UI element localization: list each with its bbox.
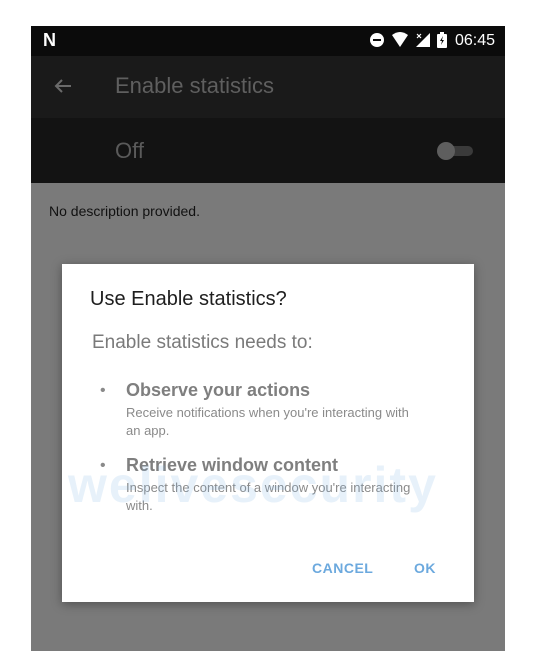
minus-circle-icon <box>369 32 385 51</box>
dialog-subtitle: Enable statistics needs to: <box>92 332 313 353</box>
status-bar: N 06:45 <box>31 26 505 56</box>
status-icons: 06:45 <box>369 26 495 56</box>
ok-button[interactable]: OK <box>414 560 436 576</box>
bullet: • <box>100 457 106 474</box>
service-description: No description provided. <box>49 203 200 219</box>
page-title: Enable statistics <box>115 73 274 98</box>
permission-title: Observe your actions <box>126 380 311 400</box>
toolbar: Enable statistics <box>31 56 505 118</box>
permission-dialog: Use Enable statistics? Enable statistics… <box>62 264 474 602</box>
battery-icon <box>436 31 447 51</box>
status-time: 06:45 <box>454 32 495 49</box>
toggle-thumb <box>437 142 455 160</box>
enable-toggle[interactable] <box>437 142 473 160</box>
cancel-button[interactable]: CANCEL <box>312 560 373 576</box>
phone-screen: N 06:45 Enable statistics Off No descrip… <box>31 26 505 651</box>
permission-title: Retrieve window content <box>126 455 339 475</box>
permission-description: Receive notifications when you're intera… <box>126 405 409 438</box>
wifi-icon <box>391 31 409 51</box>
notification-n-icon: N <box>43 30 56 50</box>
switch-bar[interactable]: Off <box>31 118 505 183</box>
signal-icon <box>415 32 431 51</box>
dialog-title: Use Enable statistics? <box>90 288 287 310</box>
permission-description: Inspect the content of a window you're i… <box>126 480 411 513</box>
bullet: • <box>100 382 106 399</box>
switch-label: Off <box>115 138 144 163</box>
back-arrow-icon[interactable] <box>51 74 75 98</box>
